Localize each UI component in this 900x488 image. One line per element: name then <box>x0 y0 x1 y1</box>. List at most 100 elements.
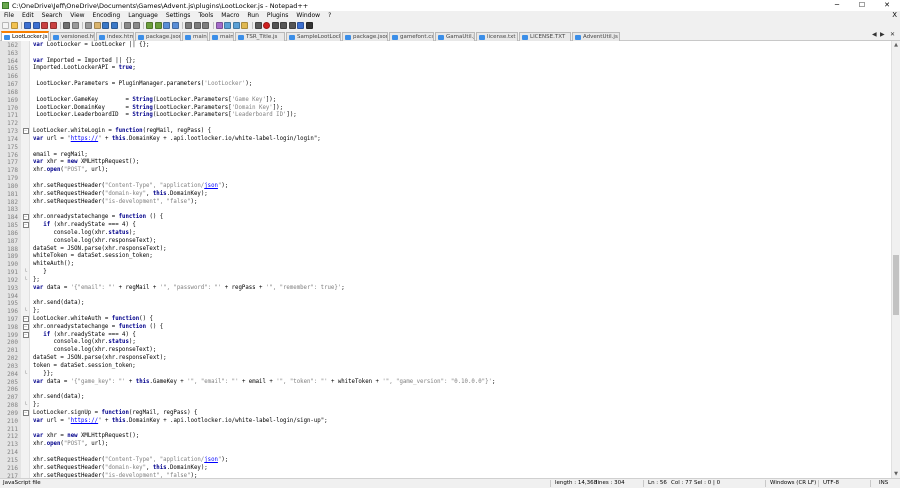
code-line[interactable] <box>33 206 495 214</box>
code-line[interactable]: console.log(xhr.status); <box>33 230 495 238</box>
menu-tools[interactable]: Tools <box>194 12 217 19</box>
tab-gamautil-js[interactable]: GamaUtil.js <box>435 32 475 41</box>
code-line[interactable]: xhr.send(data); <box>33 394 495 402</box>
code-line[interactable] <box>33 120 495 128</box>
code-line[interactable]: whiteToken = dataSet.session_token; <box>33 253 495 261</box>
code-line[interactable]: var LootLocker = LootLocker || {}; <box>33 42 495 50</box>
code-line[interactable]: xhr.onreadystatechange = function () { <box>33 214 495 222</box>
code-line[interactable]: xhr.setRequestHeader("is-development", "… <box>33 199 495 207</box>
save-all-icon[interactable] <box>32 21 40 29</box>
replace-icon[interactable] <box>132 21 140 29</box>
code-line[interactable]: xhr.setRequestHeader("domain-key", this.… <box>33 191 495 199</box>
tab-samplelootlocker-js[interactable]: SampleLootLocker.js <box>286 32 341 41</box>
code-line[interactable]: LootLocker.Parameters = PluginManager.pa… <box>33 81 495 89</box>
close-all-icon[interactable] <box>49 21 57 29</box>
tab-versioned-html[interactable]: versioned.html <box>50 32 95 41</box>
new-file-icon[interactable] <box>2 21 9 29</box>
menu-window[interactable]: Window <box>292 12 324 19</box>
tab-license-txt[interactable]: LICENSE.TXT <box>519 32 571 41</box>
play-icon[interactable] <box>280 21 287 29</box>
monitor-icon[interactable] <box>254 21 262 29</box>
sync-v-icon[interactable] <box>163 21 170 29</box>
scrollbar-thumb[interactable] <box>893 254 899 315</box>
menu-file[interactable]: File <box>0 12 18 19</box>
tab-tsr-title-js[interactable]: TSR_Title.js <box>235 32 285 41</box>
code-line[interactable]: whiteAuth(); <box>33 261 495 269</box>
code-line[interactable]: var url = "https://" + this.DomainKey + … <box>33 136 495 144</box>
fold-collapse-icon[interactable]: − <box>21 128 30 136</box>
code-line[interactable]: dataSet = JSON.parse(xhr.responseText); <box>33 355 495 363</box>
menu-encoding[interactable]: Encoding <box>89 12 125 19</box>
code-line[interactable] <box>33 449 495 457</box>
code-line[interactable]: var data = '{"game_key": "' + this.GameK… <box>33 379 495 387</box>
editor-area[interactable]: 162 163 164 165 166 167 168 169 170 171 172 173 174 1… <box>0 41 900 480</box>
fold-collapse-icon[interactable]: − <box>21 331 30 340</box>
open-file-icon[interactable] <box>10 21 18 29</box>
status-encoding[interactable]: UTF-8 <box>823 479 839 488</box>
code-text[interactable]: var LootLocker = LootLocker || {}; var Im… <box>33 42 495 480</box>
code-line[interactable]: if (xhr.readyState === 4) { <box>33 222 495 230</box>
folder-workspace-icon[interactable] <box>241 21 248 29</box>
tab-main-js[interactable]: main.js <box>209 32 234 41</box>
code-line[interactable]: console.log(xhr.responseText); <box>33 238 495 246</box>
code-line[interactable] <box>33 89 495 97</box>
code-line[interactable]: LootLocker.whiteLogin = function(regMail… <box>33 128 495 136</box>
zoom-in-icon[interactable] <box>146 21 153 29</box>
tab-license-txt[interactable]: license.txt <box>476 32 518 41</box>
tab-close-icon[interactable]: ✕ <box>890 31 895 38</box>
udl-icon[interactable] <box>215 21 223 29</box>
code-line[interactable]: xhr.onreadystatechange = function () { <box>33 324 495 332</box>
menu-language[interactable]: Language <box>124 12 162 19</box>
code-line[interactable]: console.log(xhr.responseText); <box>33 347 495 355</box>
fold-collapse-icon[interactable]: − <box>21 315 30 324</box>
tab-gamefont-css[interactable]: gamefont.css <box>389 32 434 41</box>
code-line[interactable]: }; <box>33 277 495 285</box>
zoom-out-icon[interactable] <box>154 21 162 29</box>
tab-scroll-left-icon[interactable]: ◀ <box>872 31 877 38</box>
menu-edit[interactable]: Edit <box>18 12 38 19</box>
code-line[interactable]: email = regMail; <box>33 152 495 160</box>
code-line[interactable]: Imported.LootLockerAPI = true; <box>33 65 495 73</box>
code-line[interactable]: xhr.setRequestHeader("domain-key", this.… <box>33 465 495 473</box>
fold-collapse-icon[interactable]: − <box>21 323 30 332</box>
tab-lootlocker-js[interactable]: LootLocker.js <box>1 31 49 41</box>
close-window-button[interactable]: ✕ <box>875 0 899 11</box>
fold-collapse-icon[interactable]: − <box>21 409 30 418</box>
code-line[interactable]: var url = "https://" + this.DomainKey + … <box>33 418 495 426</box>
minimize-button[interactable]: ─ <box>825 0 849 11</box>
play-multi-icon[interactable] <box>288 21 296 29</box>
fold-collapse-icon[interactable]: − <box>21 214 30 222</box>
abc-spellcheck-icon[interactable] <box>305 21 313 29</box>
tab-adventutil-js[interactable]: AdventUtil.js <box>572 32 620 41</box>
find-icon[interactable] <box>124 21 131 29</box>
doc-map-icon[interactable] <box>224 21 231 29</box>
undo-icon[interactable] <box>102 21 109 29</box>
code-line[interactable]: }}; <box>33 371 495 379</box>
code-line[interactable]: var xhr = new XMLHttpRequest(); <box>33 433 495 441</box>
code-line[interactable]: console.log(xhr.status); <box>33 339 495 347</box>
code-line[interactable]: if (xhr.readyState === 4) { <box>33 332 495 340</box>
status-insert-mode[interactable]: INS <box>879 479 888 488</box>
maximize-button[interactable]: ☐ <box>850 0 874 11</box>
code-line[interactable] <box>33 426 495 434</box>
code-line[interactable]: dataSet = JSON.parse(xhr.responseText); <box>33 246 495 254</box>
code-line[interactable]: LootLocker.signUp = function(regMail, re… <box>33 410 495 418</box>
code-line[interactable]: var Imported = Imported || {}; <box>33 58 495 66</box>
tab-scroll-right-icon[interactable]: ▶ <box>880 31 885 38</box>
code-line[interactable]: xhr.send(data); <box>33 300 495 308</box>
stop-icon[interactable] <box>271 21 279 29</box>
word-wrap-icon[interactable] <box>185 21 192 29</box>
menu-help[interactable]: ? <box>324 12 335 19</box>
menu-run[interactable]: Run <box>243 12 263 19</box>
code-line[interactable]: LootLocker.DomainKey = String(LootLocker… <box>33 105 495 113</box>
record-icon[interactable] <box>263 21 270 29</box>
code-line[interactable]: }; <box>33 308 495 316</box>
save-icon[interactable] <box>24 21 31 29</box>
code-line[interactable] <box>33 50 495 58</box>
redo-icon[interactable] <box>110 21 118 29</box>
code-line[interactable]: xhr.open("POST", url); <box>33 441 495 449</box>
code-line[interactable] <box>33 144 495 152</box>
code-line[interactable] <box>33 293 495 301</box>
menu-macro[interactable]: Macro <box>217 12 243 19</box>
print-icon[interactable] <box>63 21 70 29</box>
